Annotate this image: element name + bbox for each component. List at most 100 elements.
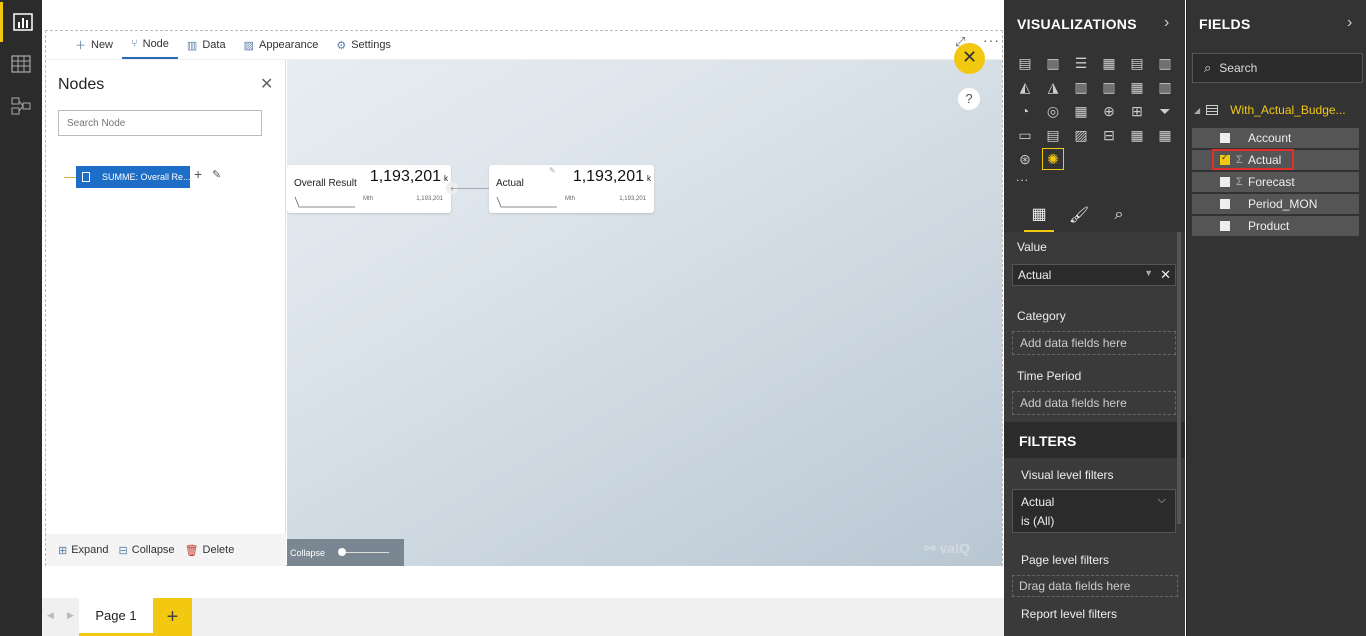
globe-map-icon[interactable]: ⊛ bbox=[1014, 148, 1036, 170]
checkbox[interactable] bbox=[1220, 177, 1230, 187]
analytics-tab-icon[interactable]: ⌕ bbox=[1104, 198, 1134, 232]
chevron-right-icon[interactable]: › bbox=[1347, 14, 1352, 32]
close-editor-icon[interactable]: ✕ bbox=[954, 43, 985, 74]
checkbox[interactable] bbox=[1220, 133, 1230, 143]
page-filters-dropzone[interactable]: Drag data fields here bbox=[1012, 575, 1178, 597]
visual-filters-label: Visual level filters bbox=[1021, 468, 1114, 482]
remove-field-icon[interactable]: ✕ bbox=[1160, 267, 1171, 283]
multi-row-card-icon[interactable]: ▤ bbox=[1042, 124, 1064, 146]
node-tab[interactable]: ⑂ Node bbox=[122, 31, 178, 59]
new-label: New bbox=[91, 39, 114, 51]
close-icon[interactable]: ✕ bbox=[260, 74, 273, 94]
funnel-icon[interactable]: ⏷ bbox=[1154, 100, 1176, 122]
map-icon[interactable]: ⊕ bbox=[1098, 100, 1120, 122]
add-page-button[interactable]: + bbox=[153, 598, 192, 636]
format-tab-icon[interactable]: 🖌 bbox=[1064, 198, 1094, 232]
field-item[interactable]: Period_MON bbox=[1192, 194, 1359, 214]
more-visuals-icon[interactable]: ... bbox=[1016, 170, 1029, 184]
node-item-label: SUMME: Overall Re... bbox=[102, 172, 190, 182]
field-name: Product bbox=[1248, 219, 1290, 233]
delete-button[interactable]: 🗑 Delete bbox=[185, 544, 235, 557]
card-small-value: 1,193,201 bbox=[416, 196, 443, 202]
collapse-slider-knob[interactable] bbox=[338, 548, 346, 556]
collapse-level-bar: Collapse bbox=[287, 539, 404, 566]
node-card-overall[interactable]: Overall Result 1,193,201 k Mth 1,193,201 bbox=[287, 165, 451, 213]
sigma-icon: Σ bbox=[1236, 176, 1243, 188]
donut-chart-icon[interactable]: ◎ bbox=[1042, 100, 1064, 122]
data-view-icon[interactable] bbox=[0, 44, 42, 84]
visual-toolbar: ＋ New ⑂ Node ▥ Data ▨ Appearance ⚙ Settings bbox=[46, 31, 1002, 60]
appearance-label: Appearance bbox=[258, 39, 319, 51]
field-item[interactable]: Product bbox=[1192, 216, 1359, 236]
node-item[interactable]: SUMME: Overall Re... bbox=[76, 166, 190, 188]
viz-tabs: ▦ 🖌 ⌕ bbox=[1004, 198, 1185, 232]
add-child-icon[interactable]: + bbox=[194, 166, 202, 182]
ribbon-chart-icon[interactable]: ▦ bbox=[1126, 76, 1148, 98]
viz-pane-scrollbar[interactable] bbox=[1177, 232, 1181, 524]
chevron-down-icon[interactable]: ⌵ bbox=[1158, 494, 1166, 507]
bar-chart-icon: ▥ bbox=[186, 39, 198, 52]
pencil-icon[interactable]: ✎ bbox=[549, 166, 556, 175]
search-node-input[interactable] bbox=[58, 110, 262, 136]
more-options-icon[interactable]: ··· bbox=[983, 32, 1000, 48]
prev-page-icon[interactable]: ◀ bbox=[47, 610, 54, 621]
pencil-icon[interactable]: ✎ bbox=[212, 168, 221, 181]
line-column-icon[interactable]: ▥ bbox=[1070, 76, 1092, 98]
100-stacked-bar-icon[interactable]: ▤ bbox=[1126, 52, 1148, 74]
slicer-icon[interactable]: ⊟ bbox=[1098, 124, 1120, 146]
collapse-caret-icon[interactable]: ◢ bbox=[1194, 106, 1200, 115]
report-view-icon[interactable] bbox=[0, 2, 42, 42]
area-chart-icon[interactable]: ◭ bbox=[1014, 76, 1036, 98]
valq-icon[interactable]: ✺ bbox=[1042, 148, 1064, 170]
fields-tab-icon[interactable]: ▦ bbox=[1024, 198, 1054, 232]
new-button[interactable]: ＋ New bbox=[66, 31, 122, 59]
collapse-button[interactable]: ⊟ Collapse bbox=[119, 544, 175, 557]
relationships-view-icon[interactable] bbox=[0, 86, 42, 126]
page-tab-1[interactable]: Page 1 bbox=[79, 598, 153, 636]
chevron-down-icon[interactable]: ▼ bbox=[1144, 268, 1153, 278]
clustered-column-icon[interactable]: ▦ bbox=[1098, 52, 1120, 74]
clustered-bar-icon[interactable]: ☰ bbox=[1070, 52, 1092, 74]
value-well-field[interactable]: Actual ▼ ✕ bbox=[1012, 264, 1176, 286]
fields-search-input[interactable]: ⌕ Search bbox=[1192, 53, 1363, 83]
chevron-right-icon[interactable]: › bbox=[1164, 14, 1169, 32]
highlight-box bbox=[1212, 149, 1294, 170]
collapse-slider[interactable] bbox=[341, 552, 389, 553]
stacked-area-icon[interactable]: ◮ bbox=[1042, 76, 1064, 98]
100-stacked-column-icon[interactable]: ▥ bbox=[1154, 52, 1176, 74]
tree-canvas[interactable]: Overall Result 1,193,201 k Mth 1,193,201… bbox=[287, 60, 1002, 566]
table-icon[interactable]: ▦ bbox=[1126, 124, 1148, 146]
appearance-tab[interactable]: ▨ Appearance bbox=[235, 31, 328, 59]
category-well-label: Category bbox=[1017, 309, 1066, 323]
waterfall-icon[interactable]: ▥ bbox=[1154, 76, 1176, 98]
kpi-icon[interactable]: ▨ bbox=[1070, 124, 1092, 146]
share-icon: ⚯ bbox=[924, 540, 936, 556]
stacked-bar-icon[interactable]: ▤ bbox=[1014, 52, 1036, 74]
card-icon[interactable]: ▭ bbox=[1014, 124, 1036, 146]
matrix-icon[interactable]: ▦ bbox=[1154, 124, 1176, 146]
pie-chart-icon[interactable]: ◔ bbox=[1014, 100, 1036, 122]
data-tab[interactable]: ▥ Data bbox=[178, 31, 235, 59]
checkbox[interactable] bbox=[1220, 221, 1230, 231]
time-period-well-dropzone[interactable]: Add data fields here bbox=[1012, 391, 1176, 415]
help-button[interactable]: ? bbox=[957, 87, 981, 111]
expand-button[interactable]: ⊞ Expand bbox=[58, 544, 109, 557]
stacked-column-icon[interactable]: ▥ bbox=[1042, 52, 1064, 74]
settings-tab[interactable]: ⚙ Settings bbox=[327, 31, 400, 59]
collapse-label: Collapse bbox=[131, 544, 175, 556]
field-table[interactable]: ◢ With_Actual_Budge... bbox=[1194, 101, 1346, 119]
visualization-gallery: ▤▥☰▦▤▥⟋◭◮▥▥▦▥⁘◔◎▦⊕⊞⏷◠▭▤▨⊟▦▦R⊛✺ bbox=[1014, 52, 1199, 172]
field-item[interactable]: Account bbox=[1192, 128, 1359, 148]
checkbox[interactable] bbox=[1220, 199, 1230, 209]
view-rail bbox=[0, 0, 42, 636]
category-well-dropzone[interactable]: Add data fields here bbox=[1012, 331, 1176, 355]
fields-pane: FIELDS › ⌕ Search ◢ With_Actual_Budge...… bbox=[1186, 0, 1366, 636]
treemap-icon[interactable]: ▦ bbox=[1070, 100, 1092, 122]
line-clustered-column-icon[interactable]: ▥ bbox=[1098, 76, 1120, 98]
field-item[interactable]: Σ Forecast bbox=[1192, 172, 1359, 192]
next-page-icon[interactable]: ▶ bbox=[67, 610, 74, 621]
sparkline bbox=[294, 196, 355, 208]
filled-map-icon[interactable]: ⊞ bbox=[1126, 100, 1148, 122]
visual-filter-card[interactable]: Actual is (All) ⌵ bbox=[1012, 489, 1176, 533]
node-card-actual[interactable]: Actual ✎ 1,193,201 k Mth 1,193,201 bbox=[489, 165, 654, 213]
